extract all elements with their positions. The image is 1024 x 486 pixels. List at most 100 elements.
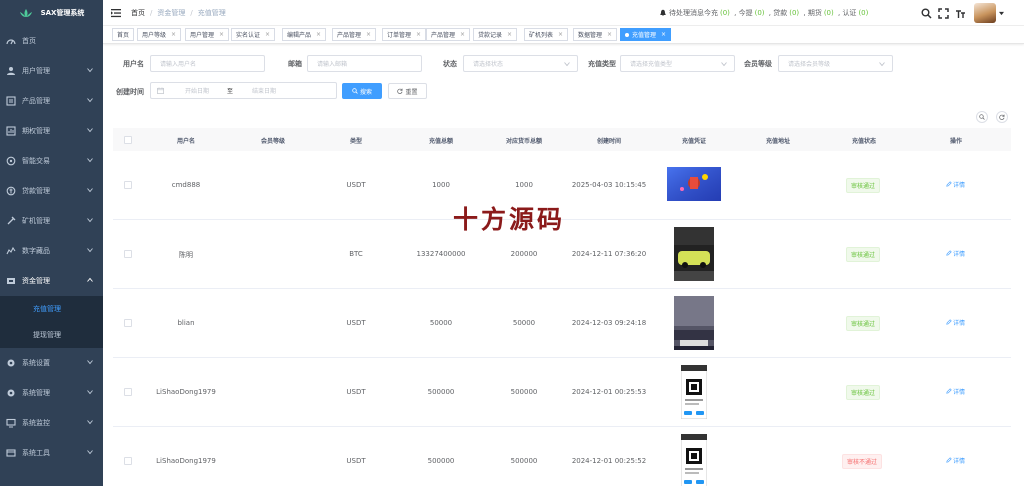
toggle-search-button[interactable]: [976, 111, 988, 123]
sidebar-item-9[interactable]: 系统设置: [0, 348, 103, 378]
recharge-proof-image[interactable]: [681, 434, 707, 486]
sidebar-item-3[interactable]: 期权管理: [0, 116, 103, 146]
close-icon[interactable]: ×: [460, 31, 465, 38]
column-header-5[interactable]: 创建时间: [569, 136, 649, 145]
sidebar-item-label: 矿机管理: [22, 217, 50, 225]
tab-3[interactable]: 实名认证 ×: [231, 28, 276, 41]
column-header-9[interactable]: 操作: [916, 136, 996, 145]
close-icon[interactable]: ×: [366, 31, 371, 38]
tab-11[interactable]: 充值管理 ×: [620, 28, 672, 41]
column-header-7[interactable]: 充值地址: [738, 136, 818, 145]
sidebar-item-1[interactable]: 用户管理: [0, 56, 103, 86]
sidebar-subitem-1[interactable]: 提现管理: [0, 322, 103, 348]
recharge-proof-image[interactable]: [681, 365, 707, 419]
fullscreen-icon[interactable]: [938, 7, 949, 19]
tab-0[interactable]: 首页: [112, 28, 135, 41]
app-logo[interactable]: SAX管理系统: [0, 0, 103, 26]
sidebar-item-label: 贷款管理: [22, 187, 50, 195]
notice-recharge-label[interactable]: 今充: [704, 8, 718, 18]
column-header-0[interactable]: 用户名: [146, 136, 226, 145]
tab-4[interactable]: 编辑产品 ×: [282, 28, 327, 41]
status-badge: 审核通过: [846, 385, 881, 400]
recharge-proof-image[interactable]: [674, 296, 714, 350]
column-header-4[interactable]: 对应货币总额: [484, 136, 564, 145]
hamburger-icon[interactable]: [111, 8, 121, 18]
notice-withdraw-count: (0): [754, 9, 765, 17]
notice-futures-label[interactable]: 期货: [808, 8, 822, 18]
close-icon[interactable]: ×: [607, 31, 612, 38]
select-all-checkbox[interactable]: [124, 136, 132, 144]
sidebar-item-12[interactable]: 系统工具: [0, 438, 103, 468]
sidebar-item-7[interactable]: 数字藏品: [0, 236, 103, 266]
close-icon[interactable]: ×: [558, 31, 563, 38]
tab-9[interactable]: 矿机列表 ×: [524, 28, 569, 41]
member-level-select[interactable]: 请选择会员等级: [778, 55, 893, 72]
close-icon[interactable]: ×: [661, 31, 666, 38]
detail-link[interactable]: 详情: [946, 180, 965, 189]
tab-7[interactable]: 产品管理 ×: [426, 28, 471, 41]
status-select[interactable]: 请选择状态: [463, 55, 578, 72]
detail-link[interactable]: 详情: [946, 387, 965, 396]
member-level-placeholder: 请选择会员等级: [788, 61, 831, 68]
edit-icon: [946, 319, 952, 325]
date-range-picker[interactable]: 开始日期 至 结束日期: [150, 82, 337, 99]
status-badge: 审核通过: [846, 247, 881, 262]
close-icon[interactable]: ×: [171, 31, 176, 38]
email-input[interactable]: 请输入邮箱: [307, 55, 422, 72]
chevron-down-icon: [87, 248, 93, 253]
end-date-placeholder[interactable]: 结束日期: [252, 86, 276, 95]
notice-loan-label[interactable]: 贷款: [773, 8, 787, 18]
tab-10[interactable]: 数据管理 ×: [573, 28, 618, 41]
breadcrumb-home[interactable]: 首页: [131, 8, 145, 18]
recharge-type-select[interactable]: 请选择充值类型: [620, 55, 735, 72]
sidebar-item-0[interactable]: 首页: [0, 26, 103, 56]
column-header-1[interactable]: 会员等级: [233, 136, 313, 145]
sidebar-item-10[interactable]: 系统管理: [0, 378, 103, 408]
close-icon[interactable]: ×: [219, 31, 224, 38]
tab-label: 贷款记录: [478, 32, 503, 39]
detail-link[interactable]: 详情: [946, 249, 965, 258]
tab-6[interactable]: 订单管理 ×: [382, 28, 427, 41]
sidebar-item-4[interactable]: 智能交易: [0, 146, 103, 176]
caret-down-icon[interactable]: [999, 11, 1004, 16]
detail-link-label: 详情: [953, 182, 966, 189]
recharge-proof-image[interactable]: [667, 167, 721, 201]
sidebar-item-11[interactable]: 系统监控: [0, 408, 103, 438]
nav-tools: [915, 3, 1004, 23]
search-button[interactable]: 搜索: [342, 83, 382, 99]
sidebar-item-2[interactable]: 产品管理: [0, 86, 103, 116]
reset-button[interactable]: 重置: [388, 83, 427, 99]
chevron-down-icon: [87, 390, 93, 395]
column-header-3[interactable]: 充值总额: [401, 136, 481, 145]
sidebar-item-label: 系统工具: [22, 449, 50, 457]
close-icon[interactable]: ×: [265, 31, 270, 38]
tab-5[interactable]: 产品管理 ×: [332, 28, 377, 41]
detail-link-label: 详情: [953, 320, 966, 327]
close-icon[interactable]: ×: [316, 31, 321, 38]
sidebar-item-5[interactable]: 贷款管理: [0, 176, 103, 206]
sidebar-subitem-0[interactable]: 充值管理: [0, 296, 103, 322]
font-size-icon[interactable]: [955, 8, 966, 19]
close-icon[interactable]: ×: [416, 31, 421, 38]
bell-icon[interactable]: [659, 9, 667, 17]
detail-link[interactable]: 详情: [946, 318, 965, 327]
tab-2[interactable]: 用户管理 ×: [185, 28, 230, 41]
tab-1[interactable]: 用户等级 ×: [137, 28, 182, 41]
column-header-2[interactable]: 类型: [316, 136, 396, 145]
sidebar-item-8[interactable]: 资金管理: [0, 266, 103, 296]
sidebar-item-6[interactable]: 矿机管理: [0, 206, 103, 236]
refresh-table-button[interactable]: [996, 111, 1008, 123]
detail-link[interactable]: 详情: [946, 456, 965, 465]
column-header-6[interactable]: 充值凭证: [654, 136, 734, 145]
recharge-proof-image[interactable]: [674, 227, 714, 281]
notice-verify-label[interactable]: 认证: [842, 8, 856, 18]
start-date-placeholder[interactable]: 开始日期: [185, 86, 209, 95]
notice-withdraw-label[interactable]: 今提: [739, 8, 753, 18]
cell-time: 2024-12-03 09:24:18: [571, 319, 647, 327]
username-input[interactable]: 请输入用户名: [150, 55, 265, 72]
close-icon[interactable]: ×: [507, 31, 512, 38]
tab-8[interactable]: 贷款记录 ×: [473, 28, 518, 41]
avatar[interactable]: [974, 3, 996, 23]
search-icon[interactable]: [921, 8, 932, 19]
column-header-8[interactable]: 充值状态: [824, 136, 904, 145]
